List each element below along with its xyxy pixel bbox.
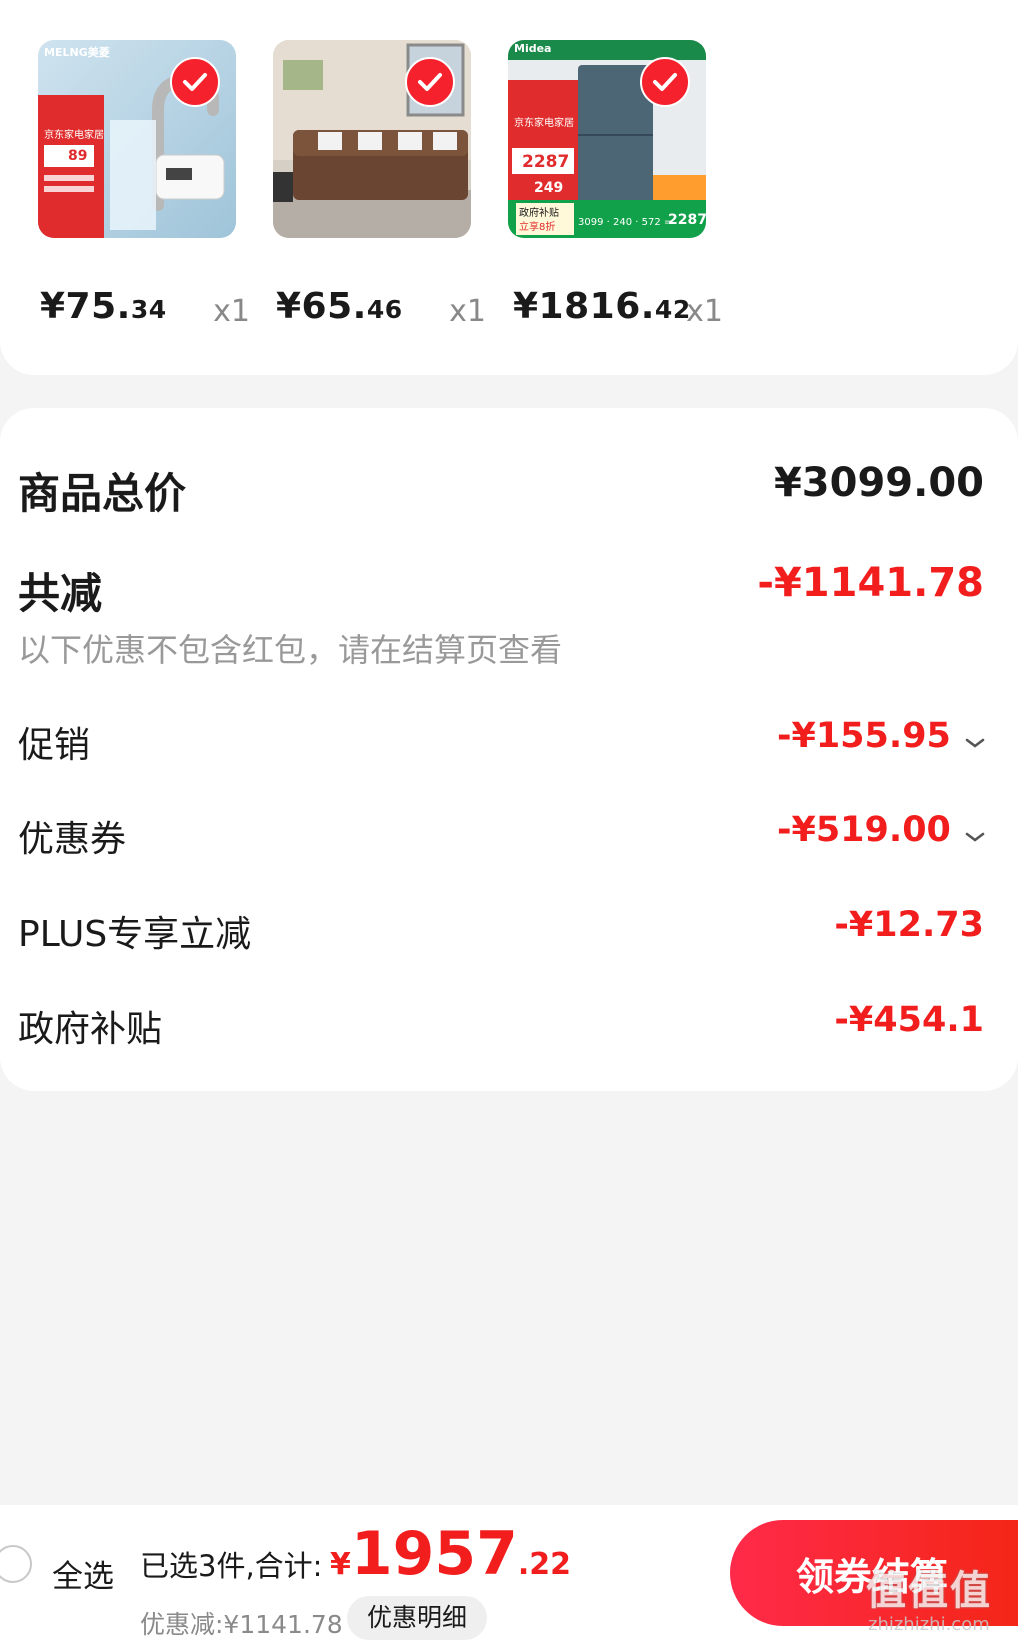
selected-check-icon[interactable] xyxy=(170,57,220,107)
coupon-value: -¥519.00 xyxy=(776,810,951,850)
watermark-text: zhizhizhi.com xyxy=(868,1614,990,1635)
total-price-value: ¥3099.00 xyxy=(773,460,984,506)
promotion-value: -¥155.95 xyxy=(776,716,951,756)
product-price: ¥1816.42 xyxy=(513,286,691,327)
selected-check-icon[interactable] xyxy=(405,57,455,107)
product-price-row: ¥1816.42 x1 xyxy=(513,286,723,336)
product-3-final: 2287 xyxy=(668,212,706,228)
product-price-row: ¥75.34 x1 xyxy=(40,286,250,336)
select-all-radio[interactable] xyxy=(0,1545,32,1583)
product-1-tag: 京东家电家居 xyxy=(44,130,104,141)
selected-check-icon[interactable] xyxy=(640,57,690,107)
product-3-sub-tag: 249 xyxy=(534,180,564,196)
chevron-down-icon[interactable] xyxy=(964,736,986,750)
product-image-faucet-heater[interactable]: MELNG美菱 京东家电家居 89 xyxy=(38,40,236,238)
watermark-logo: 值值值 zhizhizhi.com xyxy=(866,1558,1016,1643)
product-quantity: x1 xyxy=(213,294,250,329)
chevron-down-icon[interactable] xyxy=(964,830,986,844)
discount-note: 以下优惠不包含红包，请在结算页查看 xyxy=(18,631,563,669)
products-card: MELNG美菱 京东家电家居 89 Midea 京东家电家居 2287 249 … xyxy=(0,0,1018,375)
coupon-value-wrap[interactable]: -¥519.00 xyxy=(777,810,986,850)
total-price-label: 商品总价 xyxy=(18,469,187,518)
total-currency: ¥ xyxy=(330,1547,351,1582)
product-quantity: x1 xyxy=(686,294,723,329)
product-3-gov-discount: 立享8折 xyxy=(519,222,556,233)
product-quantity: x1 xyxy=(449,294,486,329)
government-subsidy-value: -¥454.1 xyxy=(834,1000,984,1040)
plus-discount-value: -¥12.73 xyxy=(834,905,984,945)
total-amount: ¥1957.22 xyxy=(330,1519,571,1589)
total-int: 1957 xyxy=(350,1519,518,1589)
total-dec: .22 xyxy=(517,1547,572,1582)
product-image-storage-bench[interactable] xyxy=(273,40,471,238)
promotion-value-wrap[interactable]: -¥155.95 xyxy=(777,716,986,756)
product-image-refrigerator[interactable]: Midea 京东家电家居 2287 249 政府补贴 立享8折 3099 · 2… xyxy=(508,40,706,238)
product-price: ¥65.46 xyxy=(276,286,403,327)
promotion-label: 促销 xyxy=(18,725,91,766)
product-price-row: ¥65.46 x1 xyxy=(276,286,486,336)
select-all-label[interactable]: 全选 xyxy=(52,1551,114,1596)
plus-discount-label: PLUS专享立减 xyxy=(18,914,252,955)
product-3-brand: Midea xyxy=(514,42,552,55)
watermark-glyphs: 值值值 xyxy=(866,1568,992,1614)
coupon-label: 优惠券 xyxy=(18,819,127,860)
discount-amount-text: 优惠减:¥1141.78 xyxy=(140,1610,343,1639)
product-1-brand: MELNG美菱 xyxy=(44,46,110,59)
product-3-tag: 京东家电家居 xyxy=(514,118,574,129)
total-reduction-label: 共减 xyxy=(18,569,103,618)
total-reduction-value: -¥1141.78 xyxy=(757,560,984,606)
product-3-price-tag: 2287 xyxy=(522,152,570,172)
selected-count-text: 已选3件,合计: xyxy=(140,1549,323,1583)
discount-detail-button[interactable]: 优惠明细 xyxy=(347,1596,488,1640)
product-1-price-tag: 89 xyxy=(68,148,88,164)
product-3-calc: 3099 · 240 · 572 = xyxy=(578,217,673,228)
product-3-gov-label: 政府补贴 xyxy=(519,208,559,219)
product-price: ¥75.34 xyxy=(40,286,167,327)
government-subsidy-label: 政府补贴 xyxy=(18,1009,163,1050)
